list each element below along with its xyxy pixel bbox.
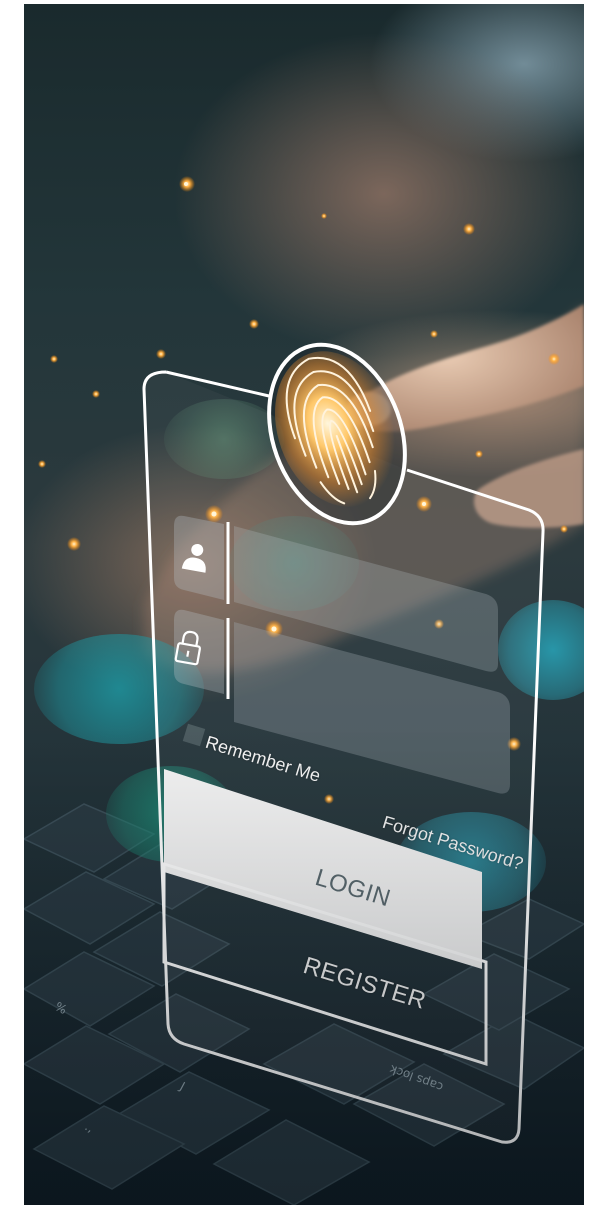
teal-bokeh-bottom-right: [396, 812, 546, 912]
svg-text:caps lock: caps lock: [388, 1062, 445, 1094]
remember-me-label: Remember Me: [203, 732, 323, 786]
green-bokeh-upper: [164, 399, 284, 479]
login-button-label: LOGIN: [312, 864, 394, 913]
background-photo: % J ., caps lock Remember Me Forgot Pass…: [24, 4, 584, 1205]
green-bokeh-middle: [229, 516, 359, 611]
register-button[interactable]: [169, 894, 481, 1014]
login-panel: [142, 342, 545, 1144]
teal-bokeh-left: [34, 634, 204, 744]
teal-bokeh-right: [498, 600, 584, 700]
sparkles: [38, 176, 568, 804]
svg-text:%: %: [53, 999, 70, 1017]
forgot-password-link[interactable]: Forgot Password?: [380, 812, 526, 875]
svg-text:.,: .,: [83, 1119, 96, 1135]
user-icon: [181, 543, 206, 573]
register-button-label: REGISTER: [300, 952, 430, 1015]
teal-bokeh-lower-left: [106, 766, 236, 862]
lock-icon: [174, 630, 202, 666]
fingerprint-icon: [267, 342, 407, 526]
password-field-art: [174, 609, 510, 794]
remember-me-checkbox[interactable]: [182, 723, 206, 747]
login-button-shape: [164, 769, 482, 969]
username-field-art: [174, 515, 498, 672]
login-button[interactable]: [169, 799, 479, 919]
keyboard-and-hand-art: % J ., caps lock: [24, 304, 584, 1205]
panel-frame: [142, 370, 545, 1144]
svg-text:J: J: [177, 1079, 188, 1093]
password-input[interactable]: [234, 644, 499, 729]
register-button-shape: [162, 861, 488, 1067]
username-input[interactable]: [234, 544, 489, 614]
fingerprint-scan-button[interactable]: [279, 349, 399, 519]
